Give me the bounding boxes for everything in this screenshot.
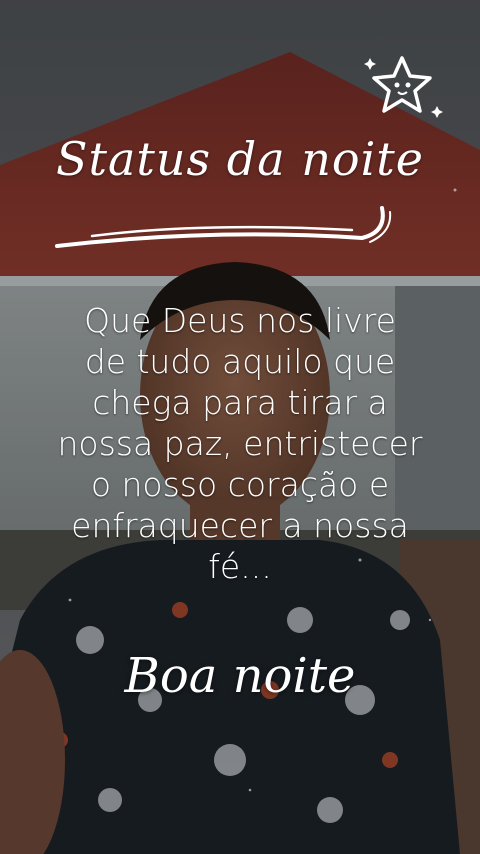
story-canvas: Status da noite Que Deus nos livre de tu…	[0, 0, 480, 854]
story-title: Status da noite	[56, 132, 424, 186]
quote-text: Que Deus nos livre de tudo aquilo que ch…	[57, 301, 423, 586]
sparkle-icon	[364, 58, 443, 118]
star-icon	[360, 48, 450, 133]
decorative-swoosh	[55, 206, 392, 248]
signoff-text: Boa noite	[124, 648, 356, 704]
